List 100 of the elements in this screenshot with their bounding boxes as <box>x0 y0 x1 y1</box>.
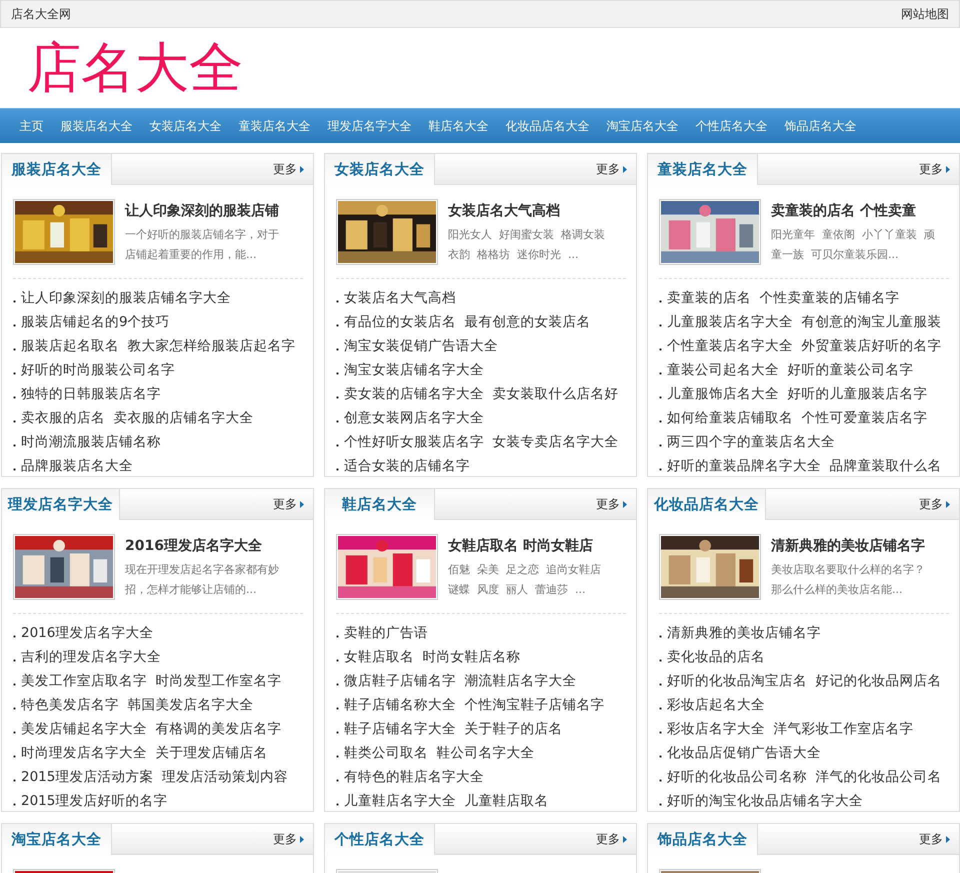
category-tab[interactable]: 女装店名大全 <box>325 154 435 185</box>
article-link[interactable]: 彩妆店名字大全 洋气彩妆工作室店名字 <box>659 721 914 737</box>
article-link[interactable]: 好听的淘宝化妆品店铺名字大全 <box>659 793 863 809</box>
nav-item[interactable]: 鞋店名大全 <box>420 118 497 134</box>
article-link[interactable]: 鞋类公司取名 鞋公司名字大全 <box>336 745 535 761</box>
arrow-icon <box>946 166 950 172</box>
feature-summary-line: 一个好听的服装店铺名字，对于 <box>125 227 280 243</box>
arrow-icon <box>946 836 950 842</box>
more-link[interactable]: 更多 <box>919 160 950 178</box>
nav-item[interactable]: 主页 <box>11 118 52 134</box>
nav-item[interactable]: 女装店名大全 <box>141 118 230 134</box>
feature-title-link[interactable]: 清新典雅的美妆店铺名字 <box>771 537 949 555</box>
article-link[interactable]: 卖童装的店名 个性卖童装的店铺名字 <box>659 290 900 306</box>
feature-summary-line: 阳光女人 好闺蜜女装 格调女装 <box>448 227 606 243</box>
article-link[interactable]: 品牌服装店名大全 <box>13 458 133 474</box>
sitemap-link[interactable]: 网站地图 <box>901 6 949 22</box>
article-link[interactable]: 女鞋店取名 时尚女鞋店名称 <box>336 649 521 665</box>
more-link[interactable]: 更多 <box>919 496 950 512</box>
more-link[interactable]: 更多 <box>596 830 627 848</box>
article-link[interactable]: 清新典雅的美妆店铺名字 <box>659 625 821 641</box>
feature-summary-line: 衣韵 格格坊 迷你时光 ... <box>448 247 580 263</box>
article-link[interactable]: 如何给童装店铺取名 个性可爱童装店名字 <box>659 410 928 426</box>
arrow-icon <box>300 836 304 842</box>
feature-title-link[interactable]: 卖童装的店名 个性卖童 <box>771 202 949 220</box>
nav-item[interactable]: 化妆品店名大全 <box>497 118 598 134</box>
article-link[interactable]: 2015理发店好听的名字 <box>13 793 168 809</box>
article-link[interactable]: 吉利的理发店名字大全 <box>13 649 161 665</box>
article-link[interactable]: 服装店铺起名的9个技巧 <box>13 314 170 330</box>
feature-summary-line: 谜蝶 风度 丽人 蕾迪莎 ... <box>448 582 586 598</box>
feature-summary-line: 那么什么样的美妆店名能... <box>771 582 904 598</box>
more-link[interactable]: 更多 <box>596 496 627 512</box>
feature-title-link[interactable]: 女鞋店取名 时尚女鞋店 <box>448 537 626 555</box>
site-logo[interactable]: 店名大全 <box>27 41 243 95</box>
category-tab[interactable]: 饰品店名大全 <box>648 824 758 855</box>
article-link[interactable]: 好听的时尚服装公司名字 <box>13 362 175 378</box>
nav-item[interactable]: 服装店名大全 <box>52 118 141 134</box>
article-link[interactable]: 彩妆店起名大全 <box>659 697 765 713</box>
article-link[interactable]: 儿童服装店名字大全 有创意的淘宝儿童服装 <box>659 314 942 330</box>
article-link[interactable]: 时尚潮流服装店铺名称 <box>13 434 161 450</box>
article-link[interactable]: 个性好听女服装店名字 女装专卖店名字大全 <box>336 434 619 450</box>
article-link[interactable]: 淘宝女装店铺名字大全 <box>336 362 484 378</box>
more-link[interactable]: 更多 <box>273 830 304 848</box>
feature-summary-line: 美妆店取名要取什么样的名字？ <box>771 562 926 578</box>
feature-summary-line: 佰魅 朵美 足之恋 追尚女鞋店 <box>448 562 602 578</box>
article-link[interactable]: 时尚理发店名字大全 关于理发店铺店名 <box>13 745 268 761</box>
feature-summary-line: 阳光童年 童依阁 小丫丫童装 顽 <box>771 227 936 243</box>
article-link[interactable]: 好听的童装品牌名字大全 品牌童装取什么名 <box>659 458 942 474</box>
category-tab[interactable]: 理发店名字大全 <box>2 489 120 520</box>
nav-item[interactable]: 淘宝店名大全 <box>598 118 687 134</box>
article-link[interactable]: 特色美发店名字 韩国美发店名字大全 <box>13 697 254 713</box>
more-link[interactable]: 更多 <box>273 496 304 512</box>
more-link[interactable]: 更多 <box>919 830 950 848</box>
article-link[interactable]: 童装公司起名大全 好听的童装公司名字 <box>659 362 914 378</box>
feature-summary-line: 招，怎样才能够让店铺的... <box>125 582 258 598</box>
article-link[interactable]: 卖衣服的店名 卖衣服的店铺名字大全 <box>13 410 254 426</box>
article-link[interactable]: 女装店名大气高档 <box>336 290 456 306</box>
article-link[interactable]: 鞋子店铺名称大全 个性淘宝鞋子店铺名字 <box>336 697 605 713</box>
category-tab[interactable]: 个性店名大全 <box>325 824 435 855</box>
article-link[interactable]: 好听的化妆品淘宝店名 好记的化妆品网店名 <box>659 673 942 689</box>
article-link[interactable]: 有品位的女装店名 最有创意的女装店名 <box>336 314 591 330</box>
article-link[interactable]: 化妆品店促销广告语大全 <box>659 745 821 761</box>
article-link[interactable]: 让人印象深刻的服装店铺名字大全 <box>13 290 231 306</box>
arrow-icon <box>623 166 627 172</box>
article-link[interactable]: 卖鞋的广告语 <box>336 625 428 641</box>
article-link[interactable]: 创意女装网店名字大全 <box>336 410 484 426</box>
arrow-icon <box>623 500 627 508</box>
category-tab[interactable]: 化妆品店名大全 <box>648 489 766 520</box>
nav-item[interactable]: 个性店名大全 <box>687 118 776 134</box>
article-link[interactable]: 卖女装的店铺名字大全 卖女装取什么店名好 <box>336 386 619 402</box>
category-tab[interactable]: 鞋店名大全 <box>325 489 435 520</box>
feature-title-link[interactable]: 2016理发店名字大全 <box>125 537 303 555</box>
article-link[interactable]: 好听的化妆品公司名称 洋气的化妆品公司名 <box>659 769 942 785</box>
article-link[interactable]: 服装店起名取名 教大家怎样给服装店起名字 <box>13 338 296 354</box>
article-link[interactable]: 两三四个字的童装店名大全 <box>659 434 835 450</box>
article-link[interactable]: 适合女装的店铺名字 <box>336 458 470 474</box>
article-link[interactable]: 卖化妆品的店名 <box>659 649 765 665</box>
arrow-icon <box>623 836 627 842</box>
category-tab[interactable]: 童装店名大全 <box>648 154 758 185</box>
article-link[interactable]: 美发店铺起名字大全 有格调的美发店名字 <box>13 721 282 737</box>
article-link[interactable]: 淘宝女装促销广告语大全 <box>336 338 498 354</box>
article-link[interactable]: 儿童服饰店名大全 好听的儿童服装店名字 <box>659 386 928 402</box>
article-link[interactable]: 独特的日韩服装店名字 <box>13 386 161 402</box>
article-link[interactable]: 微店鞋子店铺名字 潮流鞋店名字大全 <box>336 673 577 689</box>
article-link[interactable]: 儿童鞋店名字大全 儿童鞋店取名 <box>336 793 549 809</box>
more-link[interactable]: 更多 <box>596 160 627 178</box>
article-link[interactable]: 鞋子店铺名字大全 关于鞋子的店名 <box>336 721 563 737</box>
feature-title-link[interactable]: 让人印象深刻的服装店铺 <box>125 202 303 220</box>
article-link[interactable]: 个性童装店名字大全 外贸童装店好听的名字 <box>659 338 942 354</box>
article-link[interactable]: 美发工作室店取名字 时尚发型工作室名字 <box>13 673 282 689</box>
nav-item[interactable]: 饰品店名大全 <box>776 118 865 134</box>
category-tab[interactable]: 淘宝店名大全 <box>2 824 112 855</box>
more-link[interactable]: 更多 <box>273 160 304 178</box>
article-link[interactable]: 有特色的鞋店名字大全 <box>336 769 484 785</box>
nav-item[interactable]: 理发店名字大全 <box>319 118 420 134</box>
article-link[interactable]: 2016理发店名字大全 <box>13 625 154 641</box>
site-name-link[interactable]: 店名大全网 <box>11 6 71 22</box>
nav-item[interactable]: 童装店名大全 <box>230 118 319 134</box>
article-link[interactable]: 2015理发店活动方案 理发店活动策划内容 <box>13 769 288 785</box>
feature-title-link[interactable]: 女装店名大气高档 <box>448 202 626 220</box>
category-tab[interactable]: 服装店名大全 <box>2 154 112 185</box>
